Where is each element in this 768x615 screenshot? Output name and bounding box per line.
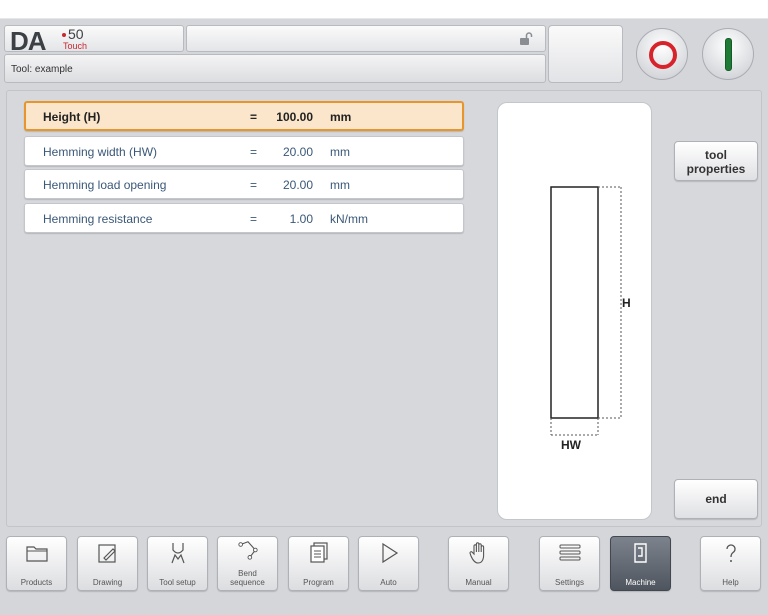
stop-button[interactable]	[636, 28, 688, 80]
param-row-hemming-width[interactable]: Hemming width (HW) = 20.00 mm	[24, 136, 464, 166]
param-value: 20.00	[282, 178, 313, 192]
logo-model: 50	[68, 26, 84, 42]
title-bar: Tool: example	[4, 54, 546, 83]
blank-button[interactable]	[548, 25, 623, 83]
tool-properties-button[interactable]: tool properties	[674, 141, 758, 181]
nav-machine-button[interactable]: Machine	[610, 536, 671, 591]
height-dimension-label: H	[622, 296, 631, 310]
tool-properties-label-2: properties	[686, 162, 746, 176]
nav-settings-button[interactable]: Settings	[539, 536, 600, 591]
param-row-hemming-load-opening[interactable]: Hemming load opening = 20.00 mm	[24, 169, 464, 199]
status-bar	[186, 25, 546, 52]
param-equals: =	[250, 178, 258, 192]
settings-list-icon	[559, 544, 581, 561]
param-unit: mm	[330, 110, 352, 124]
param-unit: mm	[330, 178, 350, 192]
param-value: 100.00	[276, 110, 313, 124]
nav-label-line-2: sequence	[230, 578, 265, 587]
param-equals: =	[250, 110, 258, 124]
hand-icon	[469, 542, 485, 564]
nav-label: Tool setup	[159, 578, 196, 587]
nav-program-button[interactable]: Program	[288, 536, 349, 591]
param-unit: kN/mm	[330, 212, 368, 226]
param-label: Hemming width (HW)	[43, 145, 158, 159]
tool-drawing	[550, 186, 622, 436]
param-label: Height (H)	[43, 110, 101, 124]
logo-brand: DA	[10, 26, 47, 56]
nav-label: Program	[303, 578, 334, 587]
tool-properties-label-1: tool	[705, 148, 727, 162]
end-button[interactable]: end	[674, 479, 758, 519]
nav-label: Settings	[555, 578, 584, 587]
nav-help-button[interactable]: Help	[700, 536, 761, 591]
param-equals: =	[250, 212, 258, 226]
param-value: 1.00	[289, 212, 313, 226]
param-row-height[interactable]: Height (H) = 100.00 mm	[24, 101, 464, 131]
folder-icon	[26, 546, 48, 562]
nav-label: Drawing	[92, 578, 123, 587]
tool-drawing-panel: H HW	[497, 102, 652, 520]
page-title: Tool: example	[11, 64, 73, 75]
nav-label: Help	[722, 578, 739, 587]
nav-label: Machine	[625, 578, 656, 587]
question-icon	[726, 544, 736, 562]
nav-label: Products	[20, 578, 53, 587]
play-icon	[382, 542, 399, 564]
nav-products-button[interactable]: Products	[6, 536, 67, 591]
tool-setup-icon	[171, 543, 185, 564]
stop-icon	[649, 41, 677, 69]
param-value: 20.00	[282, 145, 313, 159]
nav-label: Auto	[380, 578, 397, 587]
bend-sequence-icon	[238, 541, 258, 560]
pencil-icon	[98, 544, 116, 563]
start-button[interactable]	[702, 28, 754, 80]
logo: DA 50 Touch	[4, 25, 184, 56]
param-unit: mm	[330, 145, 350, 159]
nav-label-line-1: Bend	[238, 569, 257, 578]
nav-drawing-button[interactable]: Drawing	[77, 536, 138, 591]
param-label: Hemming load opening	[43, 178, 167, 192]
width-dimension-label: HW	[561, 438, 581, 452]
nav-label: Bend sequence	[218, 569, 277, 587]
logo-dot	[62, 33, 66, 37]
nav-manual-button[interactable]: Manual	[448, 536, 509, 591]
nav-bend-sequence-button[interactable]: Bend sequence	[217, 536, 278, 591]
param-equals: =	[250, 145, 258, 159]
param-row-hemming-resistance[interactable]: Hemming resistance = 1.00 kN/mm	[24, 203, 464, 233]
end-button-label: end	[705, 492, 727, 506]
logo-edition: Touch	[63, 41, 88, 51]
start-icon	[725, 38, 732, 71]
nav-auto-button[interactable]: Auto	[358, 536, 419, 591]
param-label: Hemming resistance	[43, 212, 153, 226]
unlock-icon	[520, 32, 533, 45]
nav-label: Manual	[465, 578, 492, 587]
program-icon	[310, 542, 328, 563]
nav-tool-setup-button[interactable]: Tool setup	[147, 536, 208, 591]
machine-icon	[634, 543, 647, 563]
